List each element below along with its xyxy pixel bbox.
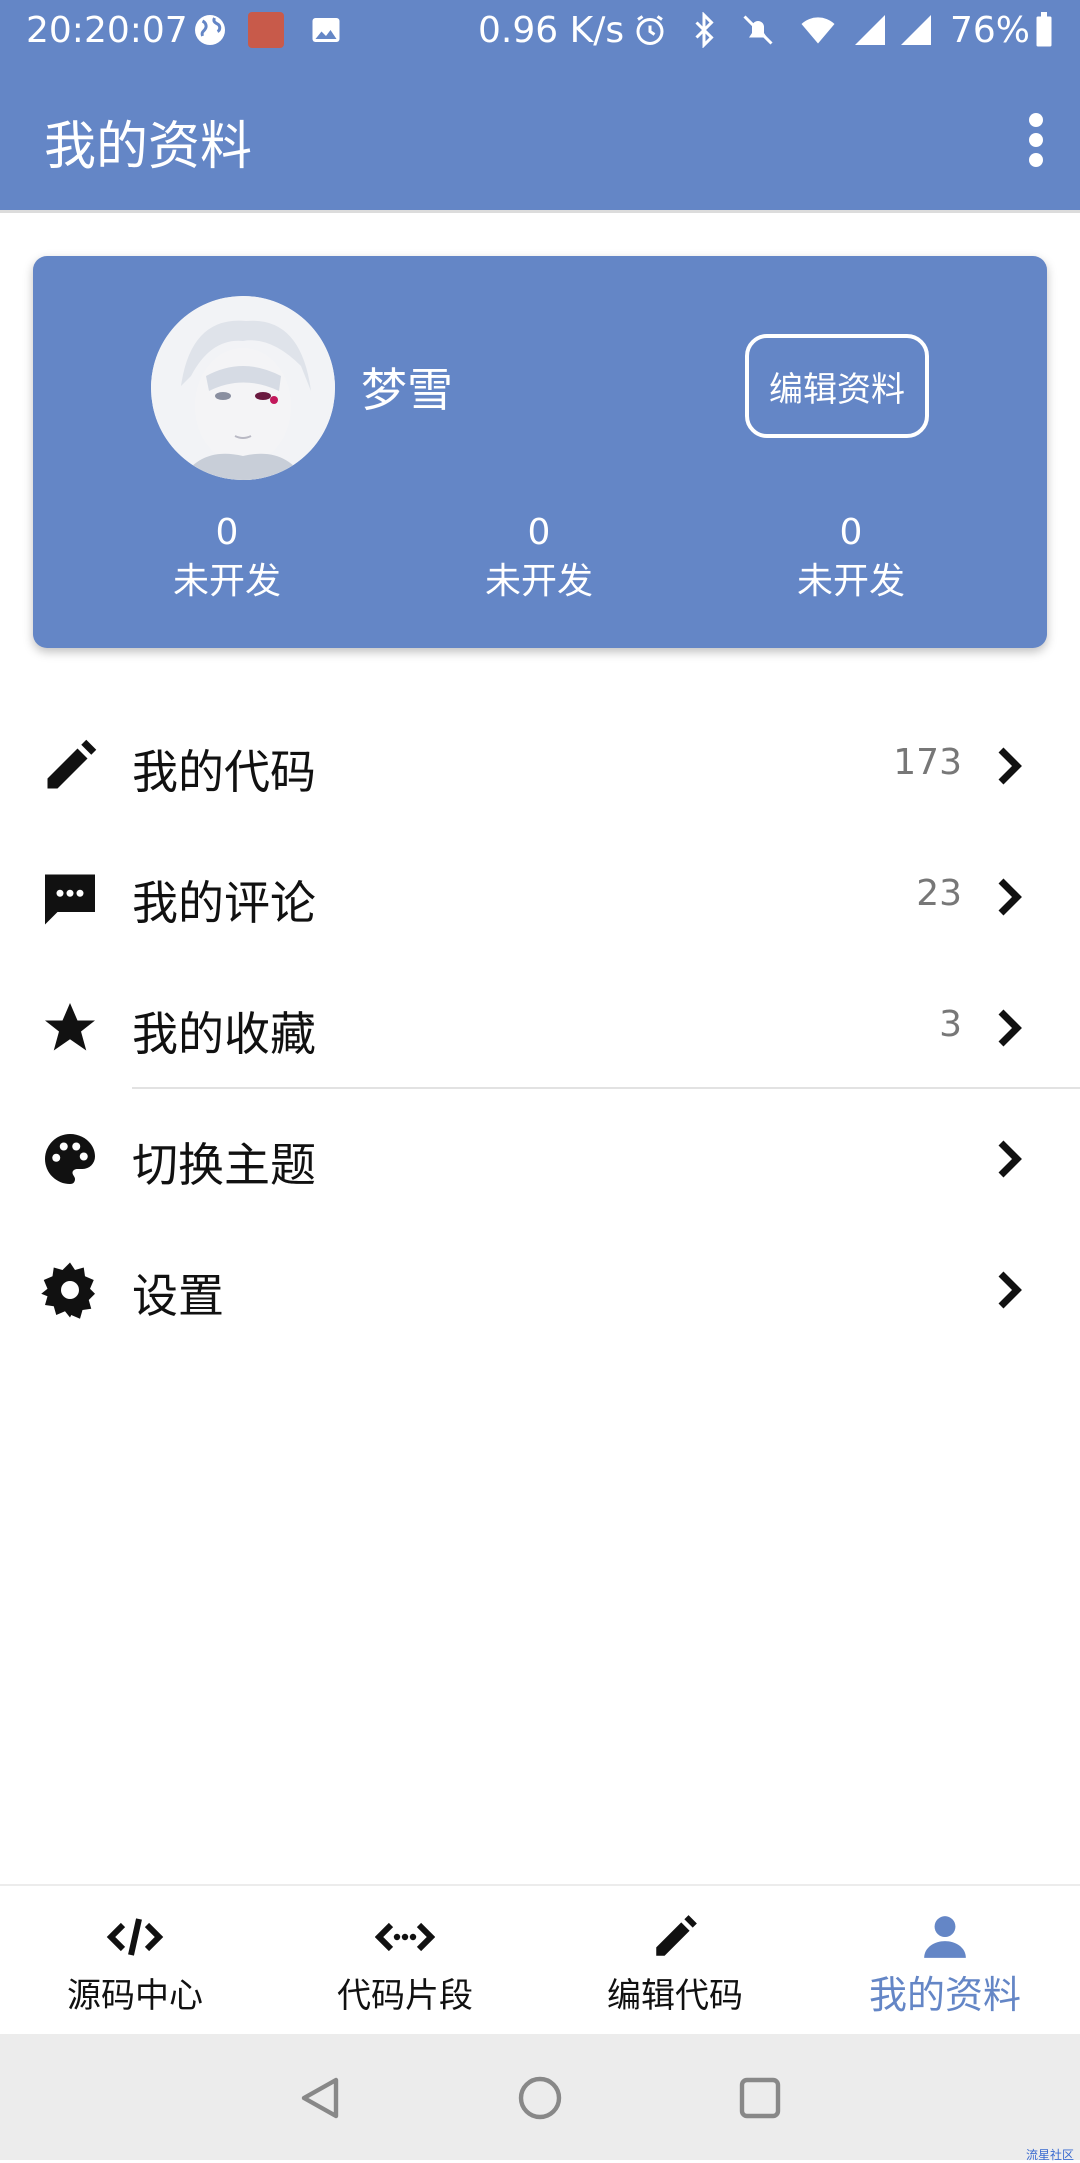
divider bbox=[0, 210, 1080, 213]
avatar[interactable] bbox=[151, 296, 335, 480]
menu-item-count: 3 bbox=[939, 1004, 962, 1045]
menu-item-my-favorites[interactable]: 我的收藏 3 bbox=[0, 962, 1080, 1093]
mute-icon bbox=[743, 15, 773, 45]
comment-icon bbox=[45, 874, 95, 925]
pencil-icon bbox=[656, 1915, 697, 1956]
chevron-right-icon bbox=[998, 878, 1022, 916]
menu-item-label: 我的代码 bbox=[132, 745, 316, 799]
globe-icon bbox=[195, 15, 225, 45]
code-icon bbox=[106, 1918, 164, 1956]
menu-item-switch-theme[interactable]: 切换主题 bbox=[0, 1093, 1080, 1224]
menu-item-label: 设置 bbox=[132, 1269, 224, 1323]
tab-my-profile[interactable]: 我的资料 bbox=[810, 1886, 1080, 2036]
chevron-right-icon bbox=[998, 747, 1022, 785]
profile-card: 梦雪 编辑资料 0 未开发 0 未开发 0 未开发 bbox=[33, 256, 1047, 648]
gear-icon bbox=[41, 1262, 95, 1319]
code-snippet-icon bbox=[375, 1922, 435, 1952]
menu-item-label: 我的收藏 bbox=[132, 1007, 316, 1061]
pencil-icon bbox=[47, 739, 97, 789]
bottom-nav: 源码中心 代码片段 编辑代码 我的资料 bbox=[0, 1884, 1080, 2036]
stat-label: 未开发 bbox=[796, 561, 905, 602]
page-title: 我的资料 bbox=[44, 117, 253, 177]
tab-label: 编辑代码 bbox=[607, 1976, 743, 2016]
menu-item-label: 切换主题 bbox=[132, 1138, 316, 1192]
menu-item-my-code[interactable]: 我的代码 173 bbox=[0, 700, 1080, 831]
back-icon[interactable] bbox=[296, 2074, 344, 2122]
palette-icon bbox=[45, 1134, 95, 1184]
person-icon bbox=[924, 1916, 966, 1958]
avatar-image bbox=[151, 296, 335, 480]
status-time: 20:20:07 bbox=[26, 10, 188, 51]
menu-item-count: 173 bbox=[893, 742, 962, 783]
menu-item-count: 23 bbox=[916, 873, 962, 914]
menu-item-my-comments[interactable]: 我的评论 23 bbox=[0, 831, 1080, 962]
chevron-right-icon bbox=[998, 1271, 1022, 1309]
tab-code-snippets[interactable]: 代码片段 bbox=[270, 1886, 540, 2036]
signal-icon bbox=[855, 15, 885, 45]
menu-item-settings[interactable]: 设置 bbox=[0, 1224, 1080, 1355]
tab-label: 我的资料 bbox=[868, 1973, 1021, 2017]
image-icon bbox=[312, 18, 340, 42]
home-icon[interactable] bbox=[516, 2074, 564, 2122]
stat-item[interactable]: 0 未开发 bbox=[439, 510, 639, 608]
wifi-icon bbox=[801, 17, 835, 44]
nickname: 梦雪 bbox=[361, 363, 453, 417]
chevron-right-icon bbox=[998, 1009, 1022, 1047]
battery-icon bbox=[1036, 12, 1052, 47]
alarm-icon bbox=[636, 15, 664, 45]
stat-item[interactable]: 0 未开发 bbox=[751, 510, 951, 608]
bluetooth-icon bbox=[695, 12, 714, 48]
tab-edit-code[interactable]: 编辑代码 bbox=[540, 1886, 810, 2036]
menu-item-label: 我的评论 bbox=[132, 876, 316, 930]
watermark: 流星社区 bbox=[1025, 2148, 1074, 2162]
stat-value: 0 bbox=[839, 512, 863, 553]
star-icon bbox=[45, 1003, 95, 1051]
menu-list: 我的代码 173 我的评论 23 我的收藏 3 切换主题 设置 bbox=[0, 700, 1080, 1355]
battery-percent: 76% bbox=[950, 10, 1031, 51]
network-speed: 0.96 K/s bbox=[478, 10, 625, 51]
tab-label: 代码片段 bbox=[337, 1976, 473, 2016]
tab-source-center[interactable]: 源码中心 bbox=[0, 1886, 270, 2036]
tab-label: 源码中心 bbox=[67, 1976, 203, 2016]
status-bar: 20:20:07 0.96 K/s 76% bbox=[0, 0, 1080, 66]
system-nav-bar bbox=[0, 2034, 1080, 2160]
chevron-right-icon bbox=[998, 1140, 1022, 1178]
edit-profile-button[interactable]: 编辑资料 bbox=[745, 334, 929, 438]
recents-icon[interactable] bbox=[736, 2074, 784, 2122]
app-notification-icon bbox=[248, 12, 284, 48]
more-options-icon[interactable] bbox=[1014, 110, 1058, 170]
menu-divider bbox=[132, 1087, 1080, 1089]
stat-label: 未开发 bbox=[484, 561, 593, 602]
signal-icon bbox=[901, 15, 931, 45]
app-bar: 我的资料 bbox=[0, 66, 1080, 210]
stat-value: 0 bbox=[215, 512, 239, 553]
stat-label: 未开发 bbox=[172, 561, 281, 602]
stat-item[interactable]: 0 未开发 bbox=[127, 510, 327, 608]
stat-value: 0 bbox=[527, 512, 551, 553]
